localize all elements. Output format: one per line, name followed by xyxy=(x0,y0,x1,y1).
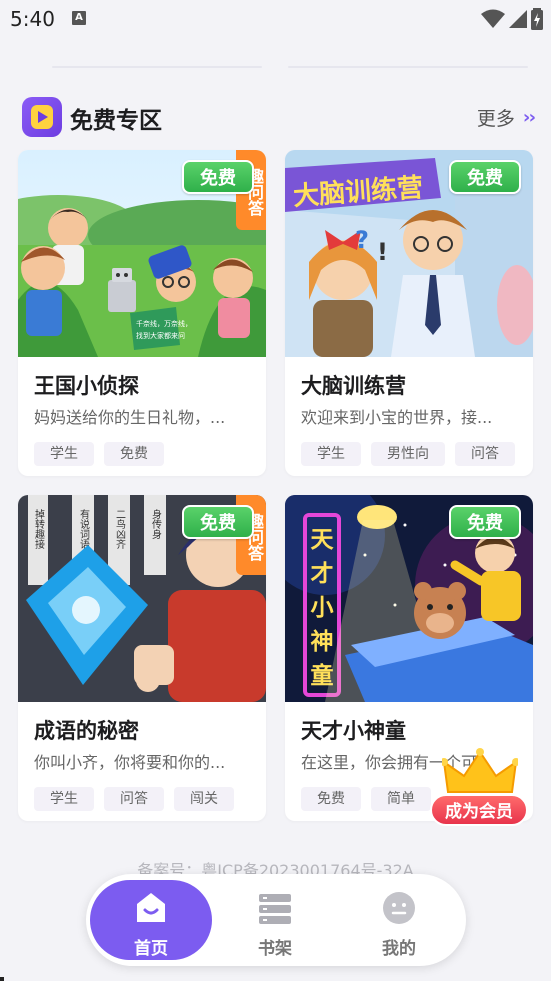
tab-home-label: 首页 xyxy=(134,939,168,959)
free-badge: 免费 xyxy=(449,160,521,194)
member-label: 成为会员 xyxy=(430,794,528,826)
card-tags: 免费 简单 xyxy=(301,787,431,811)
tag: 简单 xyxy=(371,787,431,811)
svg-text:!: ! xyxy=(377,238,388,266)
sign-text: 千奈线，万奈线， xyxy=(136,319,192,328)
section-title: 免费专区 xyxy=(70,108,162,134)
tag: 免费 xyxy=(301,787,361,811)
svg-text:身传身: 身传身 xyxy=(150,508,162,540)
svg-text:有说词语: 有说词语 xyxy=(78,508,90,550)
tag: 学生 xyxy=(34,442,94,466)
tag: 男性向 xyxy=(371,442,445,466)
battery-icon xyxy=(531,8,543,30)
a-icon: A xyxy=(72,11,86,25)
divider xyxy=(288,66,528,68)
section-header: 免费专区 更多 › › xyxy=(22,97,536,139)
free-zone-logo-icon xyxy=(22,97,62,137)
story-card[interactable]: 大脑训练营 ? ! 免费 大脑训练营 欢迎来到小宝的世界，接... 学生 男性向… xyxy=(285,150,533,476)
tag: 问答 xyxy=(455,442,515,466)
tab-profile-label: 我的 xyxy=(382,939,416,959)
free-badge: 免费 xyxy=(449,505,521,539)
card-description: 妈妈送给你的生日礼物，... xyxy=(34,408,226,427)
svg-text:神: 神 xyxy=(311,628,334,655)
home-icon xyxy=(137,893,165,922)
status-time: 5:40 xyxy=(10,7,55,31)
free-badge: 免费 xyxy=(182,160,254,194)
card-tags: 学生 免费 xyxy=(34,442,164,466)
divider xyxy=(52,66,262,68)
tab-home[interactable]: 首页 xyxy=(90,880,212,960)
double-chevron-right-icon: › › xyxy=(522,107,536,128)
story-card[interactable]: 千奈线，万奈线， 找到大家都来问 趣问答 免费 王国小侦探 妈妈送给你的生日礼物… xyxy=(18,150,266,476)
svg-text:二鸟凶齐: 二鸟凶齐 xyxy=(114,509,126,550)
corner-mark xyxy=(0,977,4,981)
card-title: 天才小神童 xyxy=(301,719,406,743)
card-title: 大脑训练营 xyxy=(301,374,406,398)
crown-icon xyxy=(442,748,518,793)
svg-text:掉转趣接: 掉转趣接 xyxy=(33,508,45,550)
more-link[interactable]: 更多 › › xyxy=(476,104,536,131)
tab-profile[interactable]: 我的 xyxy=(338,880,460,960)
svg-text:天: 天 xyxy=(311,527,335,553)
become-member-button[interactable]: 成为会员 xyxy=(430,748,528,828)
card-title: 成语的秘密 xyxy=(34,719,139,743)
card-tags: 学生 问答 闯关 xyxy=(34,787,234,811)
status-bar: 5:40 A xyxy=(0,0,551,40)
tag: 学生 xyxy=(301,442,361,466)
tag: 免费 xyxy=(104,442,164,466)
story-card[interactable]: 掉转趣接 有说词语 二鸟凶齐 身传身 趣问答 免费 成语的秘密 你叫小齐，你将要… xyxy=(18,495,266,821)
free-badge: 免费 xyxy=(182,505,254,539)
tag: 学生 xyxy=(34,787,94,811)
bottom-nav: 首页 书架 我的 xyxy=(86,874,466,966)
svg-text:小: 小 xyxy=(311,595,334,621)
wifi-icon xyxy=(481,9,505,28)
bookshelf-icon xyxy=(259,894,291,924)
tag: 闯关 xyxy=(174,787,234,811)
sign-text: 找到大家都来问 xyxy=(136,331,185,340)
card-description: 欢迎来到小宝的世界，接... xyxy=(301,408,493,427)
more-label: 更多 xyxy=(476,108,515,130)
card-title: 王国小侦探 xyxy=(34,374,139,398)
card-description: 你叫小齐，你将要和你的... xyxy=(34,753,226,772)
status-icons xyxy=(481,8,543,30)
svg-text:?: ? xyxy=(355,226,369,254)
tag: 问答 xyxy=(104,787,164,811)
tab-bookshelf-label: 书架 xyxy=(258,939,292,959)
profile-icon xyxy=(383,892,415,924)
svg-text:才: 才 xyxy=(311,561,334,587)
card-tags: 学生 男性向 问答 xyxy=(301,442,515,466)
tab-bookshelf[interactable]: 书架 xyxy=(214,880,336,960)
signal-icon xyxy=(509,10,527,28)
